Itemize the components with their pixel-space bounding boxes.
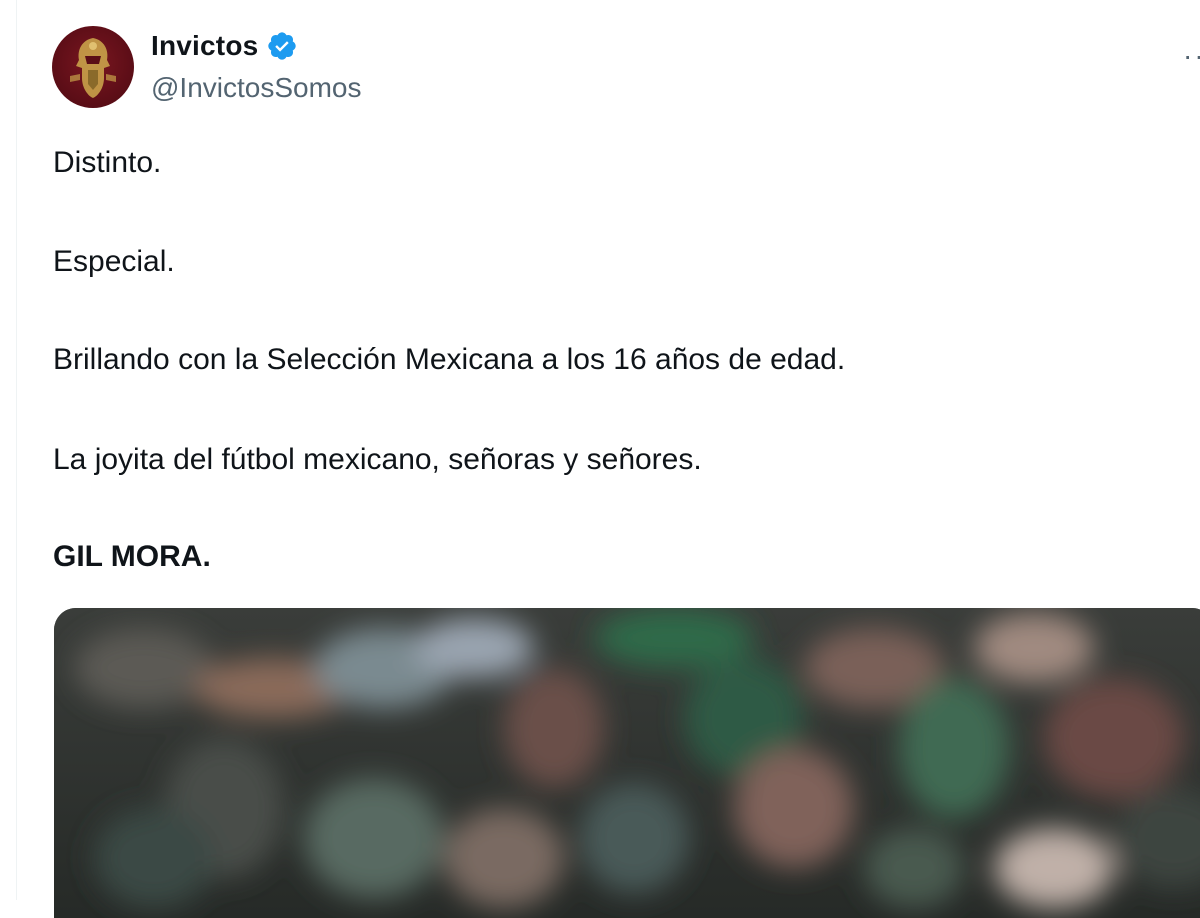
warrior-logo-icon — [70, 38, 116, 98]
tweet-text-line: Especial. — [53, 245, 175, 278]
tweet-text-line-bold: GIL MORA. — [53, 540, 211, 573]
tweet-text-line: Brillando con la Selección Mexicana a lo… — [53, 343, 846, 376]
tweet-text-line: La joyita del fútbol mexicano, señoras y… — [53, 443, 702, 476]
handle[interactable]: @InvictosSomos — [151, 72, 362, 104]
more-options-icon[interactable]: ·· — [1183, 40, 1200, 72]
blurred-crowd-photo — [54, 608, 1200, 918]
author-row: Invictos — [151, 30, 298, 62]
tweet-card[interactable]: Invictos @InvictosSomos ·· Distinto. Esp… — [16, 0, 1200, 918]
tweet-media-image[interactable] — [54, 608, 1200, 918]
verified-badge-icon — [266, 30, 298, 62]
display-name[interactable]: Invictos — [151, 30, 258, 62]
avatar[interactable] — [52, 26, 134, 108]
tweet-text-line: Distinto. — [53, 146, 162, 179]
